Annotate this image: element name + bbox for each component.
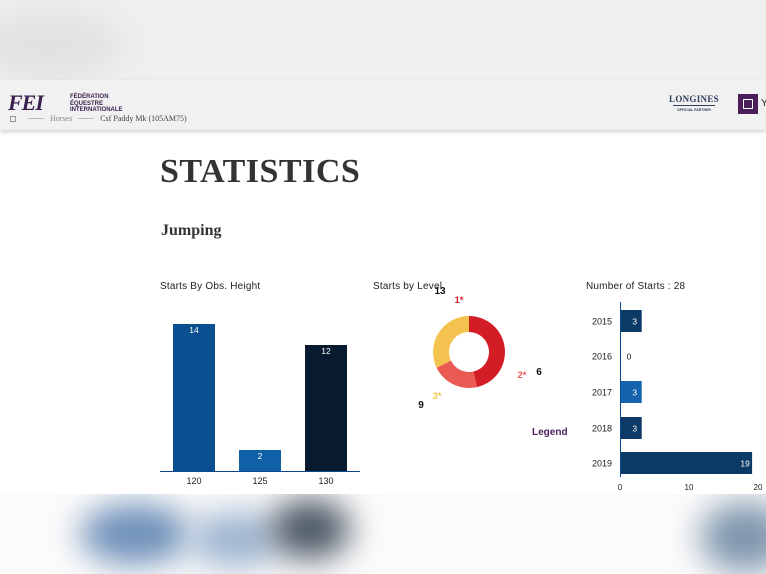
y-tick-label: 2016 bbox=[592, 352, 612, 362]
x-tick-label: 10 bbox=[685, 483, 694, 492]
bar-height-130 bbox=[305, 345, 347, 471]
bar-year-2019 bbox=[621, 452, 753, 474]
bar-value-label: 2 bbox=[258, 451, 263, 461]
pie-slice-2* bbox=[436, 360, 478, 388]
y-tick-label: 2019 bbox=[592, 459, 612, 469]
bar-value-label: 3 bbox=[632, 388, 637, 398]
bar-height-120 bbox=[173, 324, 215, 471]
bar-value-label: 3 bbox=[632, 317, 637, 327]
legend-toggle[interactable]: Legend bbox=[532, 427, 568, 438]
pie-value-label: 13 bbox=[434, 286, 446, 297]
pie-label: 3* bbox=[433, 391, 442, 402]
x-tick-label: 120 bbox=[186, 476, 201, 486]
x-tick-label: 0 bbox=[618, 483, 623, 492]
y-tick-label: 2017 bbox=[592, 388, 612, 398]
pie-value-label: 6 bbox=[536, 367, 542, 378]
bar-value-label: 0 bbox=[627, 352, 632, 362]
charts-canvas: 14 120 2 125 12 130 1* 13 2* 6 3* 9 2015 3 2016 0 2017 3 2… bbox=[160, 286, 763, 492]
pie-label: 1* bbox=[455, 295, 464, 306]
bar-value-label: 14 bbox=[189, 325, 199, 335]
x-tick-label: 125 bbox=[252, 476, 267, 486]
bar-value-label: 3 bbox=[632, 424, 637, 434]
pie-slice-3* bbox=[433, 316, 469, 368]
pie-value-label: 9 bbox=[418, 400, 424, 411]
pie-label: 2* bbox=[518, 370, 527, 381]
x-tick-label: 20 bbox=[754, 483, 763, 492]
background-blur-bottom bbox=[0, 494, 766, 574]
bar-value-label: 12 bbox=[321, 346, 331, 356]
y-tick-label: 2018 bbox=[592, 424, 612, 434]
bar-value-label: 19 bbox=[740, 459, 750, 469]
x-tick-label: 130 bbox=[318, 476, 333, 486]
y-tick-label: 2015 bbox=[592, 317, 612, 327]
